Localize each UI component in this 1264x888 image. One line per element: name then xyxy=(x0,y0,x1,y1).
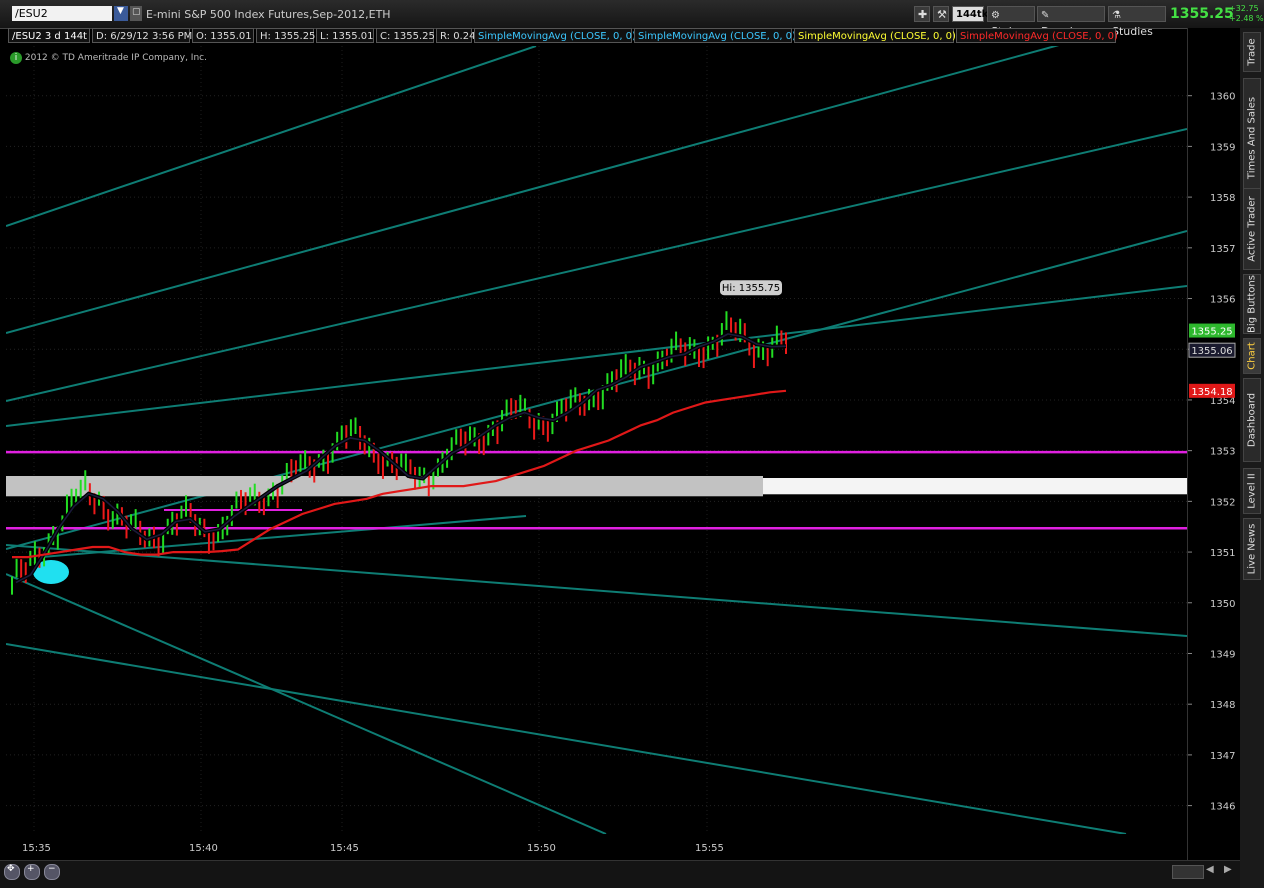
trend-line xyxy=(6,544,1187,637)
copyright-label: 2012 © TD Ameritrade IP Company, Inc. xyxy=(24,53,207,63)
symbol-input[interactable]: /ESU2 xyxy=(12,6,112,21)
axis-tick-label: 1351 xyxy=(1210,548,1235,559)
time-tick-label: 15:45 xyxy=(330,843,359,854)
price-axis-svg: 1346134713481349135013511352135313541355… xyxy=(1188,92,1236,813)
study-label-1[interactable]: SimpleMovingAvg (CLOSE, 0, 0) xyxy=(474,28,636,43)
side-tab-label: Trade xyxy=(1246,38,1258,66)
time-tick-label: 15:40 xyxy=(189,843,218,854)
price-label: 1355.25 xyxy=(1191,327,1232,338)
studies-button[interactable]: ⚗ Studies xyxy=(1108,6,1166,38)
crosshair-button[interactable]: ✚ xyxy=(914,6,930,22)
axis-tick-label: 1346 xyxy=(1210,802,1235,813)
axis-tick-label: 1357 xyxy=(1210,244,1235,255)
axis-tick-label: 1349 xyxy=(1210,649,1235,660)
axis-tick-label: 1360 xyxy=(1210,92,1235,103)
side-tab-level-ii[interactable]: Level II xyxy=(1243,468,1261,514)
scroll-left-button[interactable]: ◀ xyxy=(1206,864,1214,875)
side-tab-dashboard[interactable]: Dashboard xyxy=(1243,378,1261,462)
change-absolute: +32.75 xyxy=(1229,4,1259,13)
zoom-out-button[interactable]: − xyxy=(44,864,60,880)
side-tabs: Trade Times And Sales Active Trader Big But… xyxy=(1240,28,1264,888)
axis-tick-label: 1348 xyxy=(1210,700,1235,711)
time-tick-label: 15:55 xyxy=(695,843,724,854)
side-tab-chart[interactable]: Chart xyxy=(1243,338,1261,374)
study-label-3[interactable]: SimpleMovingAvg (CLOSE, 0, 0) xyxy=(794,28,956,43)
trend-line xyxy=(6,285,1187,427)
study-label-4[interactable]: SimpleMovingAvg (CLOSE, 0, 0) xyxy=(956,28,1118,43)
bar-high: H: 1355.25 xyxy=(256,28,315,43)
shaded-zone-extension xyxy=(763,478,1187,495)
side-tab-label: Live News xyxy=(1246,523,1258,575)
side-tab-trade[interactable]: Trade xyxy=(1243,32,1261,72)
price-axis[interactable]: 1346134713481349135013511352135313541355… xyxy=(1187,28,1240,862)
side-tab-big-buttons[interactable]: Big Buttons xyxy=(1243,274,1261,334)
pencil-icon: ✎ xyxy=(1041,10,1050,21)
axis-tick-label: 1358 xyxy=(1210,193,1235,204)
trend-line xyxy=(6,46,1060,334)
axis-tick-label: 1350 xyxy=(1210,599,1235,610)
tick-setting-button[interactable]: 144tk xyxy=(952,6,988,22)
gear-icon: ⚙ xyxy=(991,10,1000,21)
side-tab-label: Active Trader xyxy=(1246,196,1258,262)
wrench-icon: ⚒ xyxy=(937,8,947,21)
time-tick-label: 15:35 xyxy=(22,843,51,854)
symbol-dropdown-button[interactable]: ▼ xyxy=(114,6,128,21)
study-label-2[interactable]: SimpleMovingAvg (CLOSE, 0, 0) xyxy=(634,28,796,43)
bar-low: L: 1355.01 xyxy=(316,28,374,43)
link-button[interactable]: ▢ xyxy=(130,6,142,21)
price-chart: Hi: 1355.75 xyxy=(6,46,1187,834)
axis-tick-label: 1359 xyxy=(1210,142,1235,153)
style-button[interactable]: ⚙ Style xyxy=(987,6,1035,38)
axis-tick-label: 1356 xyxy=(1210,295,1235,306)
side-tab-label: Times And Sales xyxy=(1246,96,1258,180)
last-price: 1355.25 xyxy=(1170,6,1234,22)
axis-tick-label: 1352 xyxy=(1210,497,1235,508)
price-label: 1354.18 xyxy=(1191,387,1232,398)
side-tab-label: Dashboard xyxy=(1246,392,1258,448)
info-icon[interactable]: i xyxy=(10,52,22,64)
trend-line xyxy=(6,573,607,834)
link-icon: ▢ xyxy=(132,7,141,17)
drawings-button[interactable]: ✎ Drawings xyxy=(1037,6,1105,38)
chevron-down-icon: ▼ xyxy=(117,6,124,16)
bar-close: C: 1355.25 xyxy=(376,28,435,43)
zoom-in-button[interactable]: + xyxy=(24,864,40,880)
axis-tick-label: 1353 xyxy=(1210,447,1235,458)
side-tab-label: Big Buttons xyxy=(1246,275,1258,333)
chart-status-bar: /ESU2 3 d 144t D: 6/29/12 3:56 PM O: 135… xyxy=(8,28,1120,44)
time-tick-label: 15:50 xyxy=(527,843,556,854)
bar-range: R: 0.24 xyxy=(436,28,475,43)
chart-plot-area[interactable]: Hi: 1355.75 i 2012 © TD Ameritrade IP Co… xyxy=(6,46,1187,834)
trend-line xyxy=(6,46,537,227)
flask-icon: ⚗ xyxy=(1112,10,1121,21)
scrollbar-thumb[interactable] xyxy=(1172,865,1204,879)
symbol-description: E-mini S&P 500 Index Futures,Sep-2012,ET… xyxy=(146,8,391,21)
time-axis-bar: 15:35 15:40 15:45 15:50 15:55 ✥ + − ◀ ▶ xyxy=(0,843,1240,888)
time-axis: 15:35 15:40 15:45 15:50 15:55 xyxy=(22,843,724,854)
move-icon: ✥ xyxy=(7,864,15,874)
side-tab-active-trader[interactable]: Active Trader xyxy=(1243,188,1261,270)
price-label: 1355.06 xyxy=(1191,346,1232,357)
pan-button[interactable]: ✥ xyxy=(4,864,20,880)
chart-label: /ESU2 3 d 144t xyxy=(8,28,90,43)
change-percent: +2.48 % xyxy=(1229,14,1264,23)
side-tab-label: Level II xyxy=(1246,473,1258,509)
bar-date: D: 6/29/12 3:56 PM xyxy=(92,28,192,43)
trend-line xyxy=(6,128,1187,402)
bar-open: O: 1355.01 xyxy=(192,28,254,43)
hi-annotation-label: Hi: 1355.75 xyxy=(722,283,780,294)
tools-button[interactable]: ⚒ xyxy=(933,6,949,22)
moving-average-red-line xyxy=(12,389,787,559)
axis-tick-label: 1347 xyxy=(1210,751,1235,762)
top-toolbar: /ESU2 ▼ ▢ E-mini S&P 500 Index Futures,S… xyxy=(0,0,1264,38)
zoom-in-icon: + xyxy=(27,864,35,874)
side-tab-label: Chart xyxy=(1246,342,1258,370)
crosshair-icon: ✚ xyxy=(918,8,928,21)
side-tab-times-and-sales[interactable]: Times And Sales xyxy=(1243,78,1261,198)
side-tab-live-news[interactable]: Live News xyxy=(1243,518,1261,580)
scroll-right-button[interactable]: ▶ xyxy=(1224,864,1232,875)
copyright-text: i 2012 © TD Ameritrade IP Company, Inc. xyxy=(10,52,207,64)
zoom-out-icon: − xyxy=(48,864,56,874)
